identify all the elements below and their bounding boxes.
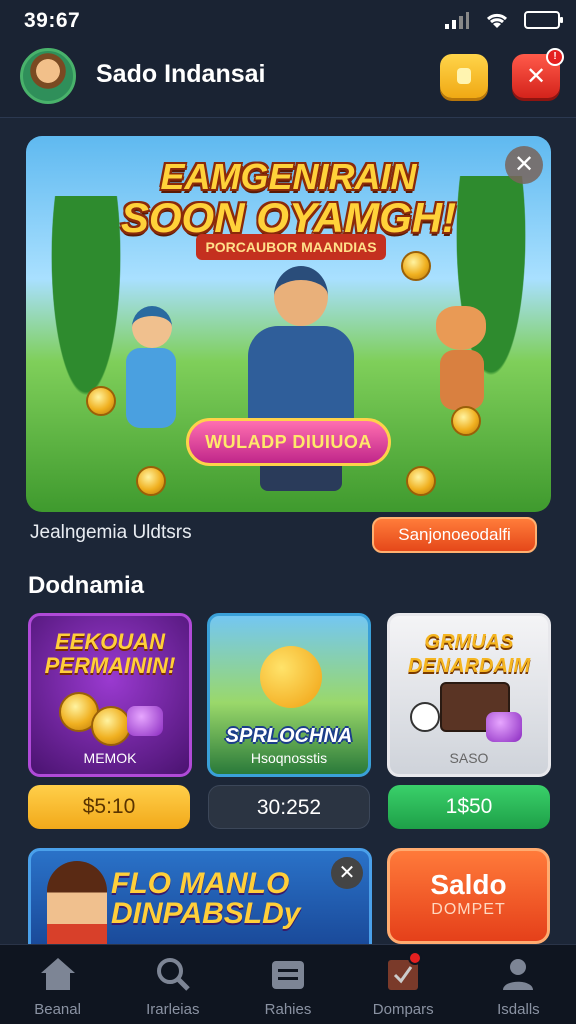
banner-cta-button[interactable]: WULADP DIUIUOA bbox=[186, 418, 391, 466]
coin-icon bbox=[91, 706, 131, 746]
game-card-title: GRMUAS DENARDAIM bbox=[407, 631, 531, 677]
close-button[interactable]: ✕ ! bbox=[512, 48, 564, 98]
price-button[interactable]: $5:10 bbox=[28, 785, 190, 829]
close-icon: ✕ bbox=[513, 151, 535, 178]
wifi-icon bbox=[486, 13, 508, 28]
notification-badge bbox=[407, 951, 422, 965]
kid-character bbox=[116, 306, 186, 436]
coin-button[interactable] bbox=[440, 54, 488, 98]
status-icons bbox=[444, 10, 563, 30]
battery-icon bbox=[524, 11, 563, 29]
close-icon: ✕ bbox=[338, 862, 356, 884]
close-icon: ✕ bbox=[525, 62, 547, 90]
promo-title: FLO MANLO DINPABSLDy bbox=[111, 869, 300, 929]
game-card-title: EEKOUAN PERMAININ! bbox=[44, 629, 176, 678]
nav-item-list[interactable]: Rahies bbox=[230, 945, 345, 1024]
dice-icon bbox=[410, 702, 440, 732]
signal-icon bbox=[445, 12, 469, 29]
search-icon bbox=[156, 958, 190, 991]
app-title: Sado Indansai bbox=[96, 60, 266, 88]
nav-item-search[interactable]: Irarleias bbox=[115, 945, 230, 1024]
cat-character bbox=[426, 306, 496, 416]
app-header: Sado Indansai ✕ ! bbox=[0, 40, 576, 118]
home-icon bbox=[40, 958, 75, 990]
gem-icon bbox=[127, 706, 163, 736]
coin-icon bbox=[401, 251, 431, 281]
promo-banner[interactable]: EAMGENIRAIN SOON OYAMGH! PORCAUBOR MAAND… bbox=[26, 136, 551, 512]
nav-label: Dompars bbox=[372, 1001, 434, 1018]
saldo-wallet-button[interactable]: Saldo DOMPET bbox=[387, 848, 550, 944]
nav-label: Isdalls bbox=[497, 1001, 540, 1018]
ball-icon bbox=[260, 646, 322, 708]
nav-label: Irarleias bbox=[146, 1001, 200, 1018]
coin-icon bbox=[86, 386, 116, 416]
status-time: 39:67 bbox=[24, 9, 81, 32]
game-card[interactable]: EEKOUAN PERMAININ! MEMOK bbox=[28, 613, 192, 777]
status-bar: 39:67 bbox=[0, 0, 576, 40]
nav-item-wallet[interactable]: Dompars bbox=[346, 945, 461, 1024]
coin-icon bbox=[457, 68, 471, 84]
promo-action-button[interactable]: Sanjonoeodalfi bbox=[372, 517, 537, 553]
game-card-subtitle: Hsoqnosstis bbox=[250, 750, 328, 766]
promo-title-line1: FLO MANLO bbox=[111, 867, 290, 900]
notification-badge: ! bbox=[546, 48, 564, 66]
nav-label: Rahies bbox=[264, 1001, 312, 1018]
section-title: Dodnamia bbox=[28, 572, 145, 599]
banner-title-line1: EAMGENIRAIN bbox=[160, 156, 417, 197]
coin-icon bbox=[406, 466, 436, 496]
saldo-label: Saldo bbox=[430, 869, 507, 900]
price-button[interactable]: 30:252 bbox=[208, 785, 370, 829]
game-card[interactable]: SPRLOCHNA Hsoqnosstis bbox=[207, 613, 371, 777]
game-card-subtitle: SASO bbox=[449, 750, 489, 766]
coin-icon bbox=[136, 466, 166, 496]
price-button[interactable]: 1$50 bbox=[388, 785, 550, 829]
gem-icon bbox=[486, 712, 522, 742]
avatar[interactable] bbox=[20, 48, 76, 104]
game-card-subtitle: MEMOK bbox=[83, 750, 137, 766]
nav-label: Beanal bbox=[34, 1001, 81, 1018]
banner-close-button[interactable]: ✕ bbox=[505, 146, 543, 184]
saldo-sublabel: DOMPET bbox=[431, 901, 506, 918]
promo-caption: Jealngemia Uldtsrs bbox=[30, 522, 192, 543]
list-icon bbox=[272, 961, 304, 989]
coin-icon bbox=[451, 406, 481, 436]
game-card-title: SPRLOCHNA bbox=[225, 725, 353, 747]
promo-card[interactable]: FLO MANLO DINPABSLDy ✕ bbox=[28, 848, 372, 948]
nav-item-profile[interactable]: Isdalls bbox=[461, 945, 576, 1024]
bottom-nav: Beanal Irarleias Rahies Dompars Isdalls bbox=[0, 944, 576, 1024]
game-card[interactable]: GRMUAS DENARDAIM SASO bbox=[387, 613, 551, 777]
promo-close-button[interactable]: ✕ bbox=[331, 857, 363, 889]
nav-item-home[interactable]: Beanal bbox=[0, 945, 115, 1024]
profile-icon bbox=[503, 959, 534, 990]
promo-title-line2: DINPABSLDy bbox=[111, 897, 301, 930]
girl-character bbox=[47, 861, 107, 945]
